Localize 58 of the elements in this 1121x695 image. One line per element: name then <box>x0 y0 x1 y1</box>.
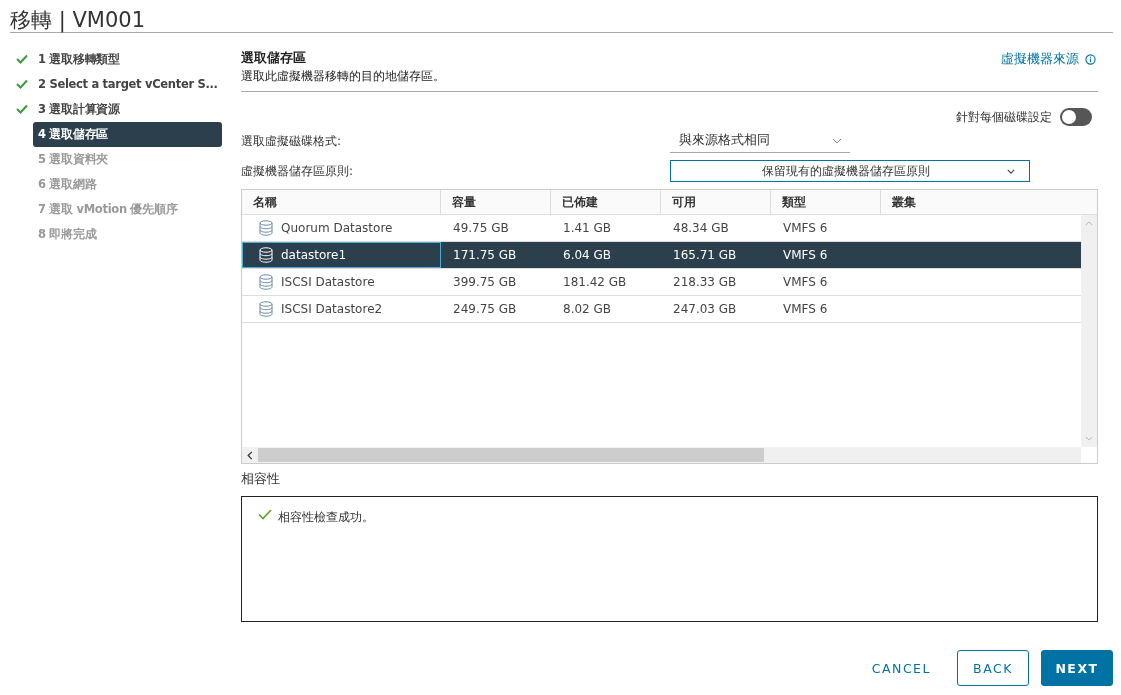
database-icon <box>259 301 273 317</box>
wizard-step[interactable]: 3 選取計算資源 <box>33 97 222 122</box>
column-header[interactable]: 容量 <box>441 190 551 214</box>
field-label: 虛擬機器儲存區原則: <box>241 162 355 180</box>
table-cell: 1.41 GB <box>563 221 612 235</box>
table-row[interactable]: ISCSI Datastore2 249.75 GB 8.02 GB 247.03 GB VMFS 6 <box>242 296 1081 323</box>
table-cell: 399.75 GB <box>453 275 517 289</box>
table-cell: ISCSI Datastore <box>281 275 375 289</box>
field-label: 選取虛擬磁碟格式: <box>241 132 343 150</box>
wizard-step[interactable]: 1 選取移轉類型 <box>33 47 222 72</box>
table-cell: VMFS 6 <box>783 248 828 262</box>
database-icon <box>259 274 273 290</box>
table-cell: ISCSI Datastore2 <box>281 302 383 316</box>
toggle-switch[interactable] <box>1060 108 1092 126</box>
table-cell: Quorum Datastore <box>281 221 393 235</box>
compatibility-message: 相容性檢查成功。 <box>278 509 374 526</box>
table-cell: 49.75 GB <box>453 221 509 235</box>
scrollbar-thumb[interactable] <box>258 448 764 462</box>
table-row[interactable]: datastore1 171.75 GB 6.04 GB 165.71 GB VMFS 6 <box>242 242 1081 269</box>
column-header[interactable]: 叢集 <box>881 190 1097 214</box>
table-row[interactable]: ISCSI Datastore 399.75 GB 181.42 GB 218.33 GB VMFS 6 <box>242 269 1081 296</box>
window-title: 移轉 | VM001 <box>10 0 1113 33</box>
vm-origin-link[interactable]: 虛擬機器來源 <box>1001 50 1079 68</box>
wizard-step[interactable]: 2 Select a target vCenter S... <box>33 72 222 97</box>
cancel-button[interactable]: CANCEL <box>857 650 945 686</box>
table-cell: 48.34 GB <box>673 221 729 235</box>
column-header[interactable]: 名稱 <box>242 190 441 214</box>
table-cell: 249.75 GB <box>453 302 517 316</box>
section-description: 選取此虛擬機器移轉的目的地儲存區。 <box>241 68 445 85</box>
table-cell: 181.42 GB <box>563 275 627 289</box>
table-cell: VMFS 6 <box>783 275 828 289</box>
table-cell: 6.04 GB <box>563 248 612 262</box>
table-cell: 247.03 GB <box>673 302 737 316</box>
checkmark-icon <box>258 509 272 520</box>
table-cell: 171.75 GB <box>453 248 517 262</box>
database-icon <box>259 247 273 263</box>
database-icon <box>259 220 273 236</box>
chevron-down-icon[interactable] <box>1007 168 1015 174</box>
table-cell: VMFS 6 <box>783 302 828 316</box>
back-button[interactable]: BACK <box>957 650 1029 686</box>
table-cell: 8.02 GB <box>563 302 612 316</box>
disk-format-dropdown[interactable]: 與來源格式相同 <box>670 129 850 153</box>
table-cell: 218.33 GB <box>673 275 737 289</box>
table-cell: VMFS 6 <box>783 221 828 235</box>
column-header[interactable]: 已佈建 <box>551 190 661 214</box>
column-header[interactable]: 可用 <box>661 190 771 214</box>
horizontal-scrollbar[interactable] <box>242 447 1081 463</box>
table-cell: 165.71 GB <box>673 248 737 262</box>
compatibility-label: 相容性 <box>241 470 281 488</box>
next-button[interactable]: NEXT <box>1041 650 1113 686</box>
scroll-left-icon[interactable] <box>247 450 253 460</box>
table-cell: datastore1 <box>281 248 346 262</box>
column-header[interactable]: 類型 <box>771 190 881 214</box>
storage-policy-dropdown[interactable]: 保留現有的虛擬機器儲存區原則 <box>670 160 1030 182</box>
wizard-step[interactable]: 4 選取儲存區 <box>33 122 222 147</box>
toggle-label: 針對每個磁碟設定 <box>956 108 1052 126</box>
info-icon[interactable] <box>1085 53 1096 65</box>
section-title: 選取儲存區 <box>241 49 307 67</box>
